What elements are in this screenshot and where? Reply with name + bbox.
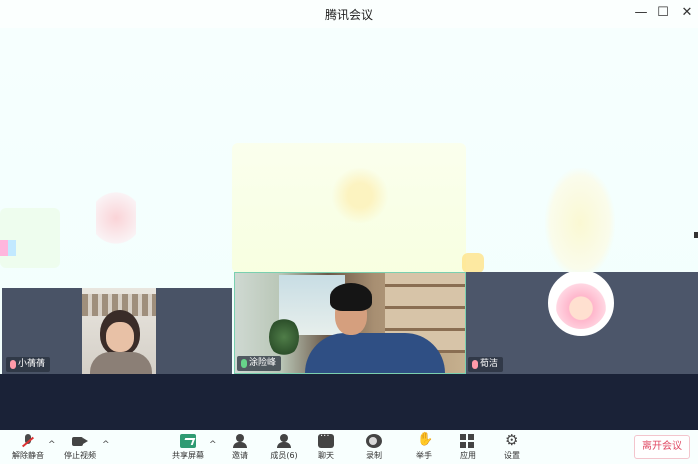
person	[315, 281, 385, 351]
record-icon	[366, 434, 382, 448]
share-options-caret[interactable]: ^	[209, 440, 217, 450]
edge-marker	[0, 240, 16, 256]
members-label: 成员(6)	[270, 451, 298, 460]
video-tile-3[interactable]: 荀洁	[466, 272, 698, 374]
participant-name: 涂险峰	[249, 358, 277, 368]
meeting-toolbar: 解除静音 ^ 停止视频 ^ 共享屏幕 ^ 邀请 成员(6) 聊天 录制	[0, 430, 698, 464]
mic-active-icon	[241, 359, 247, 368]
chat-icon	[318, 431, 334, 448]
avatar	[548, 272, 614, 336]
decor-shape	[96, 188, 136, 248]
audio-options-caret[interactable]: ^	[48, 440, 56, 450]
raise-hand-label: 举手	[416, 451, 432, 460]
share-screen-icon	[180, 434, 196, 448]
apps-icon	[460, 434, 476, 448]
apps-button[interactable]: 应用	[448, 432, 488, 464]
person-hair	[330, 283, 372, 311]
settings-button[interactable]: 设置	[492, 431, 532, 464]
mic-muted-icon	[10, 360, 16, 369]
record-button[interactable]: 录制	[354, 432, 394, 464]
invite-label: 邀请	[232, 451, 248, 460]
chat-label: 聊天	[318, 451, 334, 460]
raise-hand-button[interactable]: 举手	[404, 432, 444, 464]
unmute-button[interactable]: 解除静音	[8, 432, 48, 464]
unmute-label: 解除静音	[12, 451, 44, 460]
decor-shape	[0, 208, 60, 268]
person-face	[106, 322, 134, 352]
participant-video	[82, 288, 156, 374]
settings-label: 设置	[504, 451, 520, 460]
hand-icon	[416, 432, 433, 448]
mic-muted-icon	[472, 360, 478, 369]
name-tag: 荀洁	[468, 357, 504, 372]
members-button[interactable]: 成员(6)	[264, 432, 304, 464]
user-icon	[462, 253, 484, 273]
name-tag: 小蒨蒨	[6, 357, 51, 372]
stop-video-button[interactable]: 停止视频	[60, 432, 100, 464]
video-options-caret[interactable]: ^	[102, 440, 110, 450]
participant-name: 小蒨蒨	[18, 359, 46, 369]
invite-icon	[232, 434, 248, 448]
invite-button[interactable]: 邀请	[220, 432, 260, 464]
share-screen-label: 共享屏幕	[172, 451, 204, 460]
stop-video-label: 停止视频	[64, 451, 96, 460]
person-body	[90, 352, 152, 374]
video-tile-2[interactable]: 涂险峰	[234, 272, 466, 374]
maximize-button[interactable]: ☐	[652, 3, 674, 23]
avatar-image	[555, 277, 607, 329]
chat-button[interactable]: 聊天	[306, 431, 346, 464]
video-tile-1[interactable]: 小蒨蒨	[2, 288, 232, 374]
background-plant	[269, 317, 299, 357]
title-bar: 腾讯会议 — ☐ ✕	[0, 0, 698, 28]
video-strip-background	[0, 374, 698, 430]
share-screen-button[interactable]: 共享屏幕	[168, 432, 208, 464]
window-title: 腾讯会议	[324, 8, 373, 22]
record-label: 录制	[366, 451, 382, 460]
apps-label: 应用	[460, 451, 476, 460]
mic-off-icon	[20, 434, 36, 448]
meeting-window: 腾讯会议 — ☐ ✕ 小蒨蒨 涂险峰 荀洁 解除静音 ^ 停止视频 ^ 共享屏幕…	[0, 0, 698, 464]
edge-marker	[694, 232, 698, 238]
minimize-button[interactable]: —	[630, 3, 652, 23]
name-tag: 涂险峰	[237, 356, 282, 371]
gear-icon	[504, 431, 520, 449]
decor-shape	[545, 168, 615, 278]
decor-shape	[330, 168, 390, 223]
close-button[interactable]: ✕	[676, 3, 698, 23]
participant-name: 荀洁	[480, 359, 499, 369]
members-icon	[276, 434, 292, 448]
leave-meeting-button[interactable]: 离开会议	[634, 435, 690, 459]
camera-icon	[72, 434, 88, 448]
